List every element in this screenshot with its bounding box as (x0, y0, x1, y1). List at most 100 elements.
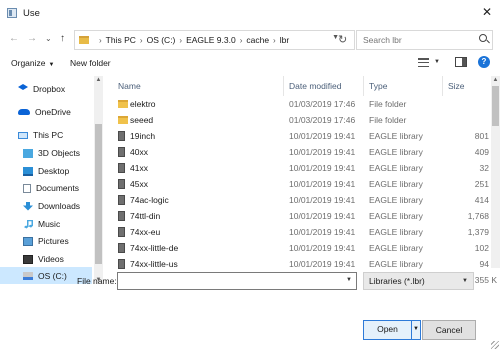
desktop-icon (23, 166, 33, 176)
close-icon[interactable]: ✕ (482, 6, 492, 18)
file-size: 94 K (479, 259, 498, 269)
file-type: File folder (369, 99, 407, 109)
cancel-button[interactable]: Cancel (422, 320, 476, 340)
column-header-size[interactable]: Size (448, 81, 465, 91)
chevron-down-icon[interactable]: ▼ (346, 277, 352, 283)
scroll-up-icon[interactable]: ▲ (94, 77, 103, 83)
view-options-icon[interactable] (418, 58, 429, 67)
open-options-dropdown[interactable]: ▼ (411, 321, 420, 339)
column-divider[interactable] (363, 76, 364, 96)
recent-locations-icon[interactable]: ⌄ (45, 33, 52, 45)
file-row[interactable]: seeed 01/03/2019 17:46 File folder (112, 112, 497, 128)
chevron-right-icon[interactable]: › (140, 36, 143, 45)
file-row[interactable]: 74ttl-din 10/01/2019 19:41 EAGLE library 1,… (112, 208, 497, 224)
library-file-icon (118, 243, 125, 253)
file-date-modified: 01/03/2019 17:46 (289, 99, 356, 109)
open-button[interactable]: Open ▼ (363, 320, 421, 340)
file-row[interactable]: 74ac-logic 10/01/2019 19:41 EAGLE library 4… (112, 192, 497, 208)
organize-button[interactable]: Organize ▼ (11, 58, 54, 68)
file-name: elektro (130, 99, 156, 109)
column-headers: Name ^ Date modified Type Size (112, 76, 500, 96)
refresh-icon[interactable]: ↻ (338, 33, 347, 46)
sidebar-item-documents[interactable]: Documents (23, 183, 79, 193)
sidebar-item-label: Pictures (38, 236, 69, 246)
sidebar-item-videos[interactable]: Videos (23, 254, 64, 264)
sidebar-scroll-thumb[interactable] (95, 124, 102, 264)
resize-grip-icon[interactable] (491, 341, 499, 349)
file-row[interactable]: 74xx-little-de 10/01/2019 19:41 EAGLE libr… (112, 240, 497, 256)
file-name: 41xx (130, 163, 148, 173)
chevron-right-icon[interactable]: › (179, 36, 182, 45)
file-type-value: Libraries (*.lbr) (369, 276, 425, 286)
sidebar-item-downloads[interactable]: Downloads (23, 201, 80, 211)
sidebar-item-music[interactable]: Music (23, 219, 60, 229)
sidebar-item-this-pc[interactable]: This PC (18, 130, 63, 140)
file-type: EAGLE library (369, 243, 423, 253)
file-list-scrollbar[interactable]: ▲ (491, 76, 500, 268)
chevron-right-icon[interactable]: › (273, 36, 276, 45)
file-date-modified: 10/01/2019 19:41 (289, 195, 356, 205)
file-type: EAGLE library (369, 163, 423, 173)
up-arrow-icon[interactable]: ↑ (60, 33, 65, 45)
3d-objects-icon (23, 148, 33, 158)
breadcrumb-os-c[interactable]: OS (C:) (147, 35, 176, 45)
file-row[interactable]: 41xx 10/01/2019 19:41 EAGLE library 32 K (112, 160, 497, 176)
breadcrumb-cache[interactable]: cache (246, 35, 269, 45)
scroll-up-icon[interactable]: ▲ (491, 77, 500, 83)
column-divider[interactable] (283, 76, 284, 96)
search-input[interactable] (356, 30, 493, 50)
library-file-icon (118, 211, 125, 221)
file-row[interactable]: 19inch 10/01/2019 19:41 EAGLE library 801 K (112, 128, 497, 144)
file-type-select[interactable]: Libraries (*.lbr) ▼ (363, 272, 474, 290)
file-name: 74xx-eu (130, 227, 161, 237)
sidebar-item-label: Music (38, 219, 61, 229)
file-type: EAGLE library (369, 179, 423, 189)
file-row[interactable]: 74xx-eu 10/01/2019 19:41 EAGLE library 1,37… (112, 224, 497, 240)
preview-pane-icon[interactable] (455, 57, 467, 67)
column-header-date[interactable]: Date modified (289, 81, 341, 91)
library-file-icon (118, 179, 125, 189)
file-row[interactable]: 40xx 10/01/2019 19:41 EAGLE library 409 K (112, 144, 497, 160)
file-name: 19inch (130, 131, 156, 141)
sidebar-item-label: This PC (33, 130, 64, 140)
sidebar-item-3d-objects[interactable]: 3D Objects (23, 148, 80, 158)
file-row[interactable]: 74xx-little-us 10/01/2019 19:41 EAGLE libr… (112, 256, 497, 272)
forward-arrow-icon[interactable]: → (27, 33, 37, 45)
sidebar-item-dropbox[interactable]: Dropbox (18, 84, 65, 94)
file-list-scroll-thumb[interactable] (492, 86, 499, 126)
file-date-modified: 10/01/2019 19:41 (289, 163, 356, 173)
sidebar-item-pictures[interactable]: Pictures (23, 236, 69, 246)
file-name: seeed (130, 115, 154, 125)
title-bar: Use ✕ (0, 0, 500, 26)
file-size: 409 K (474, 147, 497, 157)
sidebar-scrollbar[interactable]: ▲ ▼ (94, 76, 103, 284)
caret-down-icon[interactable]: ▼ (434, 59, 440, 65)
chevron-right-icon[interactable]: › (240, 36, 243, 45)
sidebar-item-onedrive[interactable]: OneDrive (18, 107, 71, 117)
file-list: Name ^ Date modified Type Size elektro 01… (112, 76, 500, 286)
back-arrow-icon[interactable]: ← (9, 33, 19, 45)
library-file-icon (118, 163, 125, 173)
file-row[interactable]: elektro 01/03/2019 17:46 File folder (112, 96, 497, 112)
column-header-name[interactable]: Name (118, 81, 141, 91)
column-divider[interactable] (442, 76, 443, 96)
column-header-type[interactable]: Type (369, 81, 387, 91)
sidebar-item-label: Documents (36, 183, 79, 193)
file-row[interactable]: 45xx 10/01/2019 19:41 EAGLE library 251 K (112, 176, 497, 192)
file-date-modified: 10/01/2019 19:41 (289, 243, 356, 253)
address-bar[interactable]: › This PC › OS (C:) › EAGLE 9.3.0 › cach… (74, 30, 355, 50)
file-name-input[interactable] (117, 272, 357, 290)
breadcrumb-eagle[interactable]: EAGLE 9.3.0 (186, 35, 236, 45)
file-size: 1,768 K (467, 211, 497, 221)
breadcrumb-lbr[interactable]: lbr (280, 35, 289, 45)
dropbox-icon (18, 84, 28, 90)
open-button-label[interactable]: Open (364, 321, 411, 339)
help-icon[interactable]: ? (478, 56, 490, 68)
new-folder-button[interactable]: New folder (70, 58, 111, 68)
sidebar-item-label: OS (C:) (38, 270, 67, 281)
breadcrumb-this-pc[interactable]: This PC (106, 35, 136, 45)
videos-icon (23, 254, 33, 264)
file-size: 414 K (474, 195, 497, 205)
sidebar-item-desktop[interactable]: Desktop (23, 166, 69, 176)
computer-icon (18, 131, 28, 139)
